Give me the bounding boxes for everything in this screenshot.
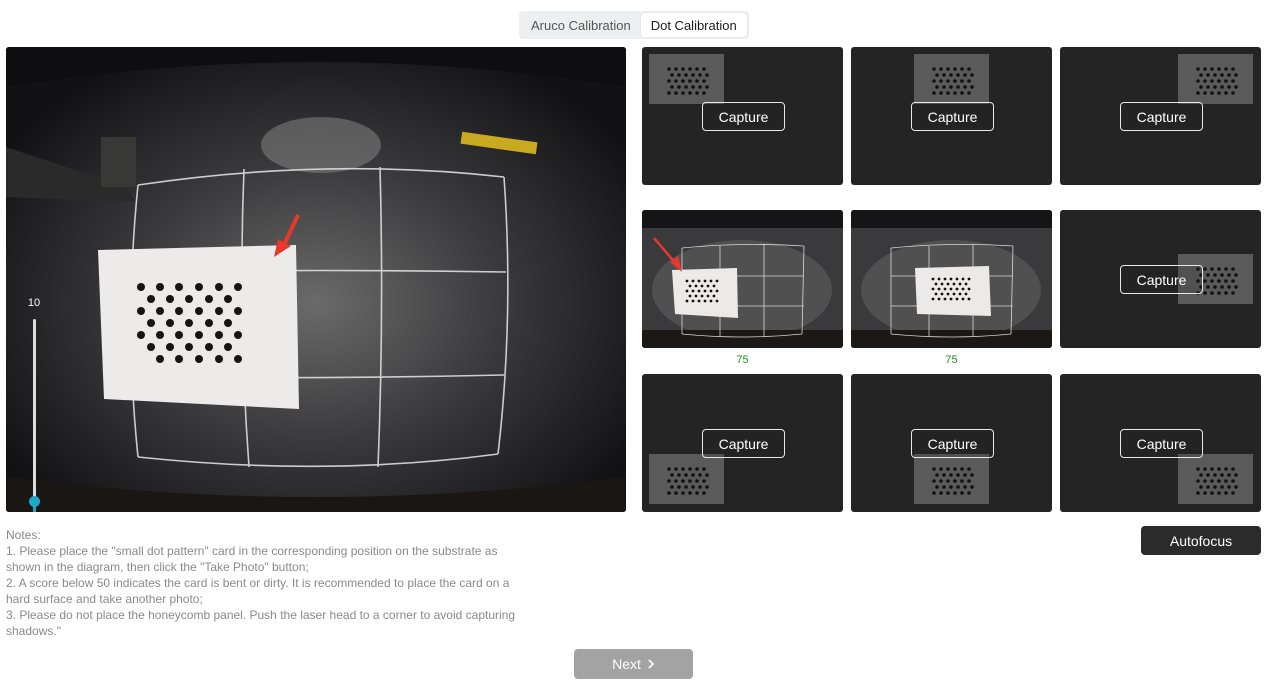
- notes-title: Notes:: [6, 528, 41, 542]
- score-label: 75: [945, 354, 958, 366]
- captured-photo-thumbnail: [642, 210, 843, 348]
- dot-pattern-marker: [914, 454, 989, 504]
- score-label: 75: [736, 354, 749, 366]
- brightness-handle[interactable]: [29, 496, 40, 507]
- capture-slot-top-right: Capture: [1060, 47, 1261, 185]
- captured-photo-middle-left[interactable]: [642, 210, 843, 348]
- capture-slot-bottom-right: Capture: [1060, 374, 1261, 512]
- brightness-slider[interactable]: 10: [19, 295, 49, 512]
- capture-slot-bottom-center: Capture: [851, 374, 1052, 512]
- tab-dot-calibration[interactable]: Dot Calibration: [640, 13, 747, 37]
- captured-photo-thumbnail: [851, 210, 1052, 348]
- capture-slot-top-left: Capture: [642, 47, 843, 185]
- notes-line: 2. A score below 50 indicates the card i…: [6, 576, 510, 606]
- dot-pattern-marker: [649, 454, 724, 504]
- notes-section: Notes: 1. Please place the "small dot pa…: [6, 527, 516, 639]
- brightness-track[interactable]: [33, 319, 36, 512]
- tab-aruco-calibration[interactable]: Aruco Calibration: [521, 13, 641, 37]
- capture-slot-middle-right: Capture: [1060, 210, 1261, 348]
- dot-pattern-marker: [914, 54, 989, 104]
- next-button-label: Next: [612, 656, 641, 672]
- calibration-tabs: Aruco Calibration Dot Calibration: [519, 11, 749, 39]
- capture-button[interactable]: Capture: [1120, 265, 1203, 294]
- capture-slot-top-center: Capture: [851, 47, 1052, 185]
- dot-pattern-marker: [1178, 454, 1253, 504]
- capture-button[interactable]: Capture: [1120, 429, 1203, 458]
- capture-button[interactable]: Capture: [702, 102, 785, 131]
- capture-button[interactable]: Capture: [911, 429, 994, 458]
- camera-preview: 10: [6, 47, 626, 512]
- next-button[interactable]: Next: [574, 649, 693, 679]
- capture-slot-bottom-left: Capture: [642, 374, 843, 512]
- dot-pattern-marker: [1178, 54, 1253, 104]
- camera-image: [6, 47, 626, 512]
- brightness-value: 10: [27, 297, 41, 309]
- autofocus-button[interactable]: Autofocus: [1141, 526, 1261, 555]
- notes-line: 1. Please place the "small dot pattern" …: [6, 544, 498, 574]
- notes-line: 3. Please do not place the honeycomb pan…: [6, 608, 516, 638]
- captured-photo-middle-center[interactable]: [851, 210, 1052, 348]
- dot-calibration-screen: Aruco Calibration Dot Calibration 10 Cap…: [0, 0, 1268, 684]
- capture-button[interactable]: Capture: [1120, 102, 1203, 131]
- chevron-right-icon: [648, 659, 655, 669]
- dot-pattern-marker: [649, 54, 724, 104]
- capture-button[interactable]: Capture: [702, 429, 785, 458]
- capture-button[interactable]: Capture: [911, 102, 994, 131]
